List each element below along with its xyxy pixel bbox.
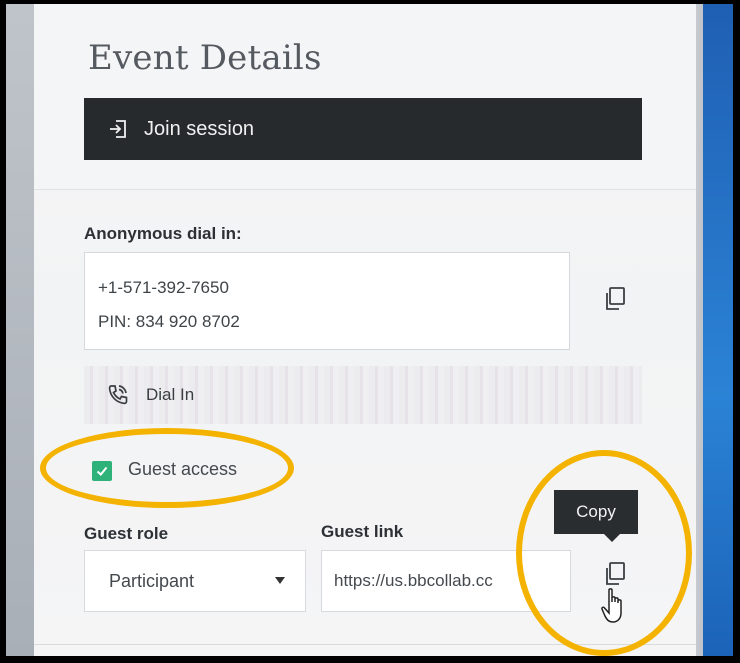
copy-icon [606,562,625,585]
sign-in-icon [110,120,126,138]
guest-access-checkbox[interactable] [92,461,112,481]
dial-in-button[interactable]: Dial In [84,366,642,424]
panel-divider [34,644,696,645]
checkmark-icon [96,466,108,476]
join-session-label: Join session [144,117,255,140]
dial-in-phone: +1-571-392-7650 [98,278,229,297]
guest-link-label: Guest link [321,522,404,541]
dial-in-pin: PIN: 834 920 8702 [98,312,240,331]
guest-role-label: Guest role [84,524,169,543]
screen-frame: Event Details Join session Anonymous dia… [6,4,733,656]
guest-link-input[interactable] [321,550,571,612]
copy-dial-in-button[interactable] [603,286,627,317]
copy-tooltip-text: Copy [576,502,616,521]
background-window-left [6,4,34,656]
dropdown-arrow-icon [275,577,285,584]
dial-in-label: Dial In [146,385,195,404]
copy-icon [606,287,625,310]
hand-pointer-cursor-icon [600,587,630,630]
phone-icon [108,385,128,405]
join-session-button[interactable]: Join session [84,98,642,160]
dial-in-info-box: +1-571-392-7650 PIN: 834 920 8702 [84,252,570,350]
panel-header: Event Details Join session [34,4,696,190]
anonymous-dial-in-label: Anonymous dial in: [84,224,242,243]
guest-role-select[interactable]: Participant [84,550,306,612]
guest-role-value: Participant [109,570,195,591]
guest-access-label: Guest access [128,459,238,479]
event-details-panel: Event Details Join session Anonymous dia… [34,4,696,656]
copy-tooltip: Copy [554,490,638,542]
desktop-background-right [703,4,733,656]
page-title: Event Details [88,38,322,78]
